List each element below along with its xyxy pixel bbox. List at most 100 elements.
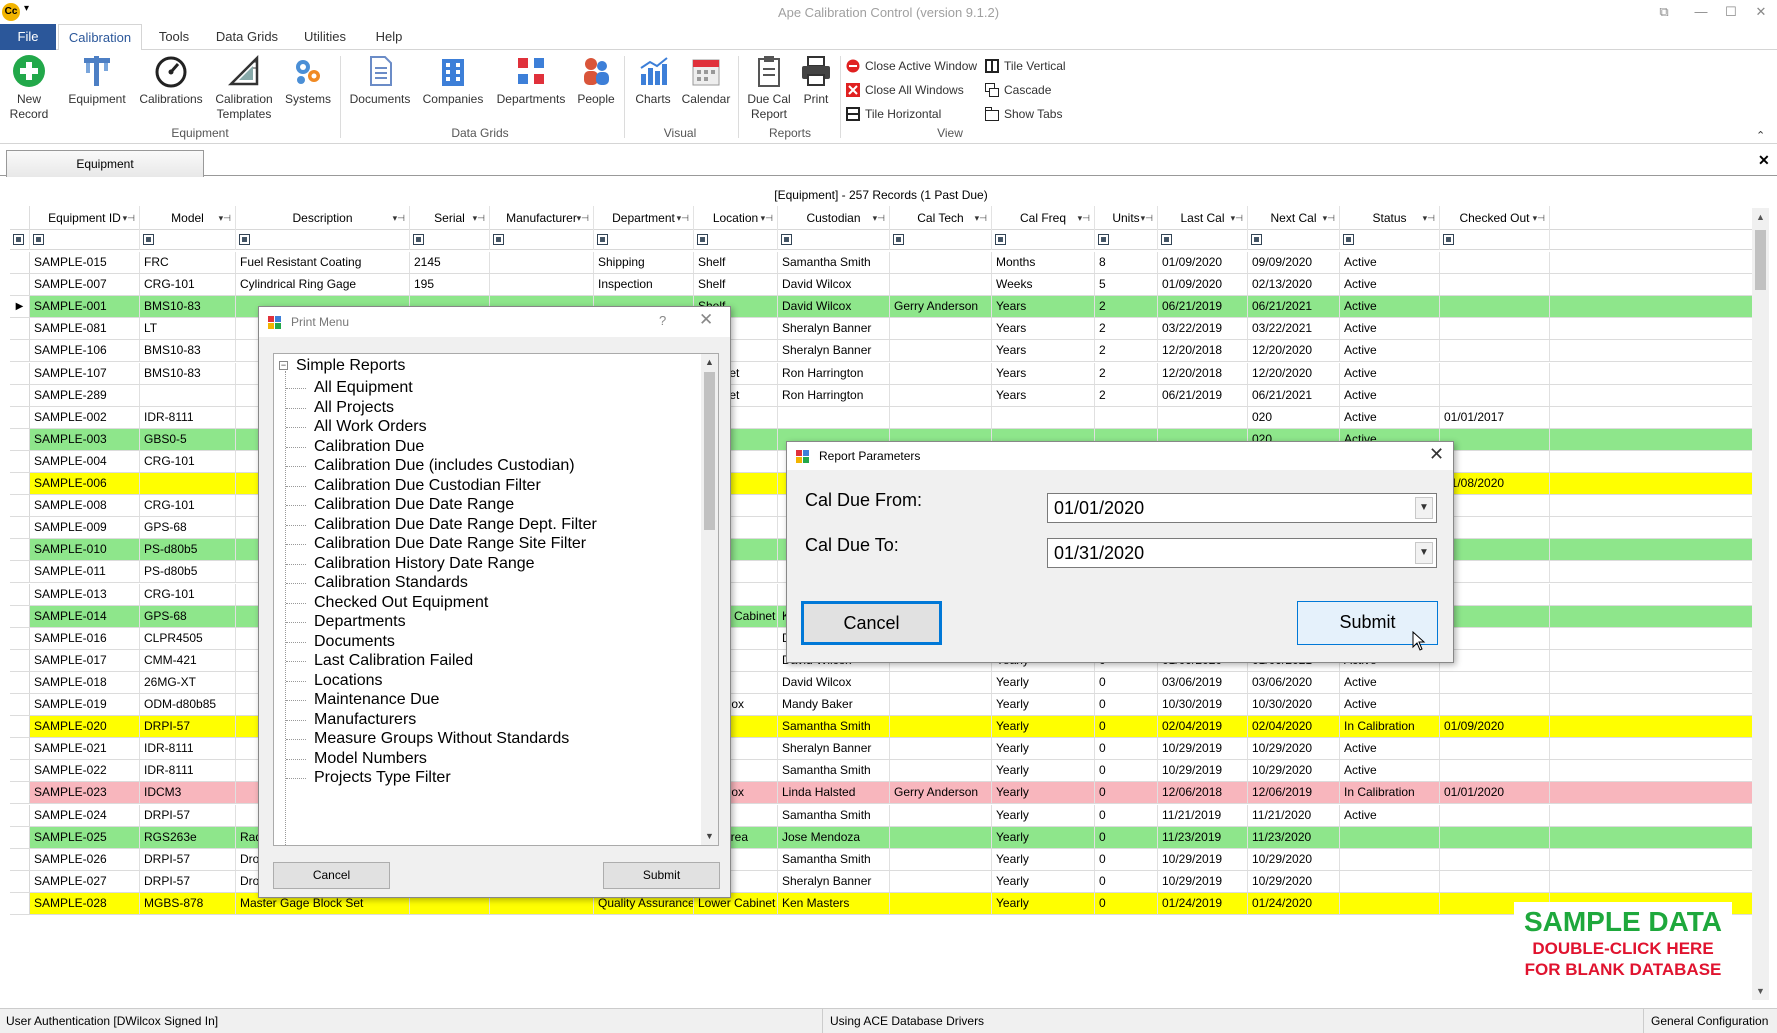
cell-serial[interactable]: 2145 — [410, 252, 490, 273]
tree-item-report[interactable]: Projects Type Filter — [314, 767, 451, 789]
cell-next-cal[interactable]: 12/20/2020 — [1248, 340, 1340, 362]
cell-cal-freq[interactable]: Yearly — [992, 782, 1095, 804]
cell-model[interactable]: PS-d80b5 — [140, 539, 236, 561]
cell-units[interactable]: 0 — [1095, 892, 1158, 914]
systems-button[interactable]: Systems — [282, 54, 334, 107]
cell-equipment-id[interactable]: SAMPLE-081 — [30, 318, 140, 340]
column-header-cal-tech[interactable]: Cal Tech ▾⊣ — [890, 206, 992, 230]
cell-checked-out[interactable]: 01/08/2020 — [1440, 473, 1550, 494]
row-selector[interactable] — [10, 406, 30, 428]
cell-equipment-id[interactable]: SAMPLE-025 — [30, 826, 140, 848]
cell-next-cal[interactable]: 10/29/2020 — [1248, 738, 1340, 760]
cell-custodian[interactable]: Sheralyn Banner — [778, 318, 890, 340]
cell-last-cal[interactable]: 12/20/2018 — [1158, 362, 1248, 384]
cell-equipment-id[interactable]: SAMPLE-011 — [30, 561, 140, 583]
cell-model[interactable]: MGBS-878 — [140, 892, 236, 914]
cell-cal-tech[interactable] — [890, 826, 992, 848]
cell-cal-tech[interactable] — [890, 340, 992, 362]
column-header-custodian[interactable]: Custodian ▾⊣ — [778, 206, 890, 230]
cell-model[interactable]: 26MG-XT — [140, 671, 236, 693]
row-selector[interactable] — [10, 340, 30, 362]
cell-custodian[interactable]: Samantha Smith — [778, 804, 890, 826]
cell-checked-out[interactable] — [1440, 561, 1550, 583]
cell-status[interactable]: Active — [1340, 252, 1440, 273]
column-header-manufacturer[interactable]: Manufacturer ▾⊣ — [490, 206, 594, 230]
cell-location[interactable]: Shelf — [694, 252, 778, 273]
cell-cal-tech[interactable] — [890, 738, 992, 760]
cell-checked-out[interactable] — [1440, 274, 1550, 296]
companies-button[interactable]: Companies — [418, 54, 488, 107]
calibration-templates-button[interactable]: Calibration Templates — [208, 54, 280, 122]
cell-checked-out[interactable] — [1440, 848, 1550, 870]
column-header-units[interactable]: Units ▾⊣ — [1095, 206, 1158, 230]
cell-custodian[interactable]: Samantha Smith — [778, 760, 890, 782]
chevron-down-icon[interactable]: ▼ — [1415, 497, 1433, 519]
row-selector[interactable] — [10, 605, 30, 627]
column-header-serial[interactable]: Serial ▾⊣ — [410, 206, 490, 230]
cell-model[interactable]: GPS-68 — [140, 605, 236, 627]
cell-model[interactable] — [140, 473, 236, 494]
cell-cal-freq[interactable]: Weeks — [992, 274, 1095, 296]
cell-cal-tech[interactable] — [890, 716, 992, 738]
column-pin-icon[interactable]: ▾⊣ — [677, 206, 689, 230]
column-pin-icon[interactable]: ▾⊣ — [1231, 206, 1243, 230]
cell-cal-freq[interactable]: Years — [992, 362, 1095, 384]
row-selector[interactable] — [10, 450, 30, 472]
calendar-button[interactable]: Calendar — [678, 54, 734, 107]
row-selector[interactable] — [10, 627, 30, 649]
cell-status[interactable]: Active — [1340, 340, 1440, 362]
cell-model[interactable]: DRPI-57 — [140, 848, 236, 870]
cell-last-cal[interactable] — [1158, 406, 1248, 428]
cell-cal-tech[interactable]: Gerry Anderson — [890, 782, 992, 804]
cell-custodian[interactable]: Linda Halsted — [778, 782, 890, 804]
row-selector[interactable] — [10, 495, 30, 517]
row-selector[interactable] — [10, 716, 30, 738]
cell-model[interactable]: BMS10-83 — [140, 340, 236, 362]
cell-checked-out[interactable] — [1440, 340, 1550, 362]
cell-units[interactable]: 0 — [1095, 738, 1158, 760]
column-pin-icon[interactable]: ▾⊣ — [219, 206, 231, 230]
cell-status[interactable] — [1340, 826, 1440, 848]
report-parameters-close-icon[interactable]: ✕ — [1429, 444, 1444, 465]
cell-checked-out[interactable] — [1440, 252, 1550, 273]
grid-vertical-scrollbar[interactable]: ▲ ▼ — [1752, 208, 1769, 1000]
cell-cal-freq[interactable]: Yearly — [992, 892, 1095, 914]
filter-cell-description[interactable] — [236, 230, 410, 250]
cell-model[interactable]: GPS-68 — [140, 517, 236, 539]
cell-equipment-id[interactable]: SAMPLE-018 — [30, 671, 140, 693]
column-pin-icon[interactable]: ▾⊣ — [1533, 206, 1545, 230]
column-header-next-cal[interactable]: Next Cal ▾⊣ — [1248, 206, 1340, 230]
filter-cell-cal-freq[interactable] — [992, 230, 1095, 250]
row-selector[interactable] — [10, 804, 30, 826]
cell-next-cal[interactable]: 06/21/2021 — [1248, 296, 1340, 318]
row-selector[interactable] — [10, 583, 30, 605]
cell-model[interactable]: CMM-421 — [140, 649, 236, 671]
column-pin-icon[interactable]: ▾⊣ — [873, 206, 885, 230]
row-selector[interactable] — [10, 252, 30, 273]
cal-due-from-picker[interactable]: 01/01/2020 ▼ — [1047, 493, 1437, 523]
cell-checked-out[interactable] — [1440, 605, 1550, 627]
maximize-button[interactable]: ☐ — [1720, 2, 1742, 22]
cell-cal-freq[interactable]: Years — [992, 384, 1095, 406]
cell-cal-tech[interactable] — [890, 252, 992, 273]
cell-next-cal[interactable]: 01/24/2020 — [1248, 892, 1340, 914]
column-pin-icon[interactable]: ▾⊣ — [975, 206, 987, 230]
cell-last-cal[interactable]: 10/30/2019 — [1158, 694, 1248, 715]
cell-checked-out[interactable]: 01/09/2020 — [1440, 716, 1550, 738]
scroll-up-icon[interactable]: ▲ — [1752, 208, 1769, 226]
cell-equipment-id[interactable]: SAMPLE-024 — [30, 804, 140, 826]
cell-checked-out[interactable] — [1440, 384, 1550, 406]
cell-next-cal[interactable]: 020 — [1248, 406, 1340, 428]
row-selector[interactable] — [10, 561, 30, 583]
column-header-checked-out[interactable]: Checked Out ▾⊣ — [1440, 206, 1550, 230]
cell-last-cal[interactable]: 03/06/2019 — [1158, 671, 1248, 693]
due-cal-report-button[interactable]: Due Cal Report — [742, 54, 796, 122]
cell-model[interactable]: BMS10-83 — [140, 362, 236, 384]
cell-next-cal[interactable]: 10/29/2020 — [1248, 870, 1340, 892]
filter-cell-status[interactable] — [1340, 230, 1440, 250]
minimize-button[interactable]: — — [1690, 2, 1712, 22]
cell-checked-out[interactable] — [1440, 760, 1550, 782]
cell-custodian[interactable]: Jose Mendoza — [778, 826, 890, 848]
cell-last-cal[interactable]: 11/21/2019 — [1158, 804, 1248, 826]
cell-custodian[interactable]: Ken Masters — [778, 892, 890, 914]
